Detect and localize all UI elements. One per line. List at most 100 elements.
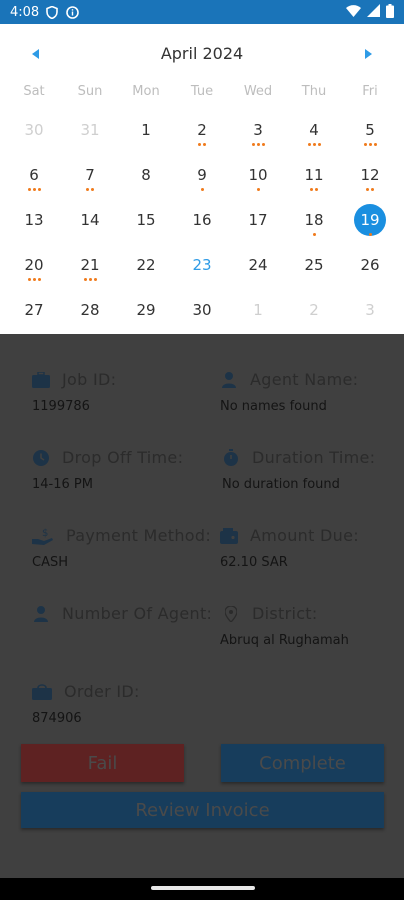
calendar-day[interactable]: 24 <box>230 247 286 292</box>
calendar-day[interactable]: 21 <box>62 247 118 292</box>
weekday-label: Tue <box>190 84 214 99</box>
calendar-day[interactable]: 1 <box>230 292 286 337</box>
home-gesture-pill[interactable] <box>151 886 255 890</box>
event-dot <box>373 143 377 146</box>
order-id-field: Order ID: 874906 <box>32 682 140 726</box>
fail-button[interactable]: Fail <box>21 744 184 782</box>
duration-time-value: No duration found <box>222 477 340 492</box>
stopwatch-icon <box>222 449 240 467</box>
calendar-day[interactable]: 1 <box>118 112 174 157</box>
calendar-day[interactable]: 25 <box>286 247 342 292</box>
shield-icon <box>45 5 59 19</box>
calendar-day[interactable]: 28 <box>62 292 118 337</box>
event-indicator-dots <box>27 278 41 281</box>
calendar-grid: 30 31 1 2 3 4 5 6 7 8 9 10 11 12 13 14 15 16 17 18 19 20 21 22 2… <box>6 112 398 337</box>
calendar-day[interactable]: 26 <box>342 247 398 292</box>
calendar-day-number: 24 <box>248 256 268 274</box>
calendar-day-number: 22 <box>136 256 156 274</box>
calendar-day-number: 8 <box>141 166 151 184</box>
calendar-day[interactable]: 14 <box>62 202 118 247</box>
calendar-day-number: 2 <box>309 301 319 319</box>
district-value: Abruq al Rughamah <box>220 633 349 648</box>
district-label: District: <box>252 604 318 623</box>
calendar-day-number: 15 <box>136 211 156 229</box>
calendar-day-number: 11 <box>304 166 324 184</box>
event-dot <box>200 188 204 191</box>
calendar-day[interactable]: 2 <box>174 112 230 157</box>
calendar-day[interactable]: 7 <box>62 157 118 202</box>
event-dot <box>315 188 318 191</box>
calendar-day[interactable]: 5 <box>342 112 398 157</box>
calendar-day-number: 30 <box>192 301 212 319</box>
calendar-day[interactable]: 22 <box>118 247 174 292</box>
event-dot <box>27 188 31 191</box>
calendar-day[interactable]: 15 <box>118 202 174 247</box>
calendar-day[interactable]: 4 <box>286 112 342 157</box>
calendar-day[interactable]: 27 <box>6 292 62 337</box>
event-indicator-dots <box>256 188 260 191</box>
calendar-day-number: 13 <box>24 211 44 229</box>
calendar-day[interactable]: 8 <box>118 157 174 202</box>
event-dot <box>86 188 89 191</box>
event-dot <box>32 278 36 281</box>
calendar-day[interactable]: 29 <box>118 292 174 337</box>
calendar-day-number: 31 <box>80 121 100 139</box>
event-indicator-dots <box>312 233 316 236</box>
number-of-agent-label: Number Of Agent: <box>62 604 213 623</box>
event-dot <box>317 143 321 146</box>
event-indicator-dots <box>310 188 318 191</box>
calendar-day[interactable]: 30 <box>6 112 62 157</box>
event-indicator-dots <box>368 233 372 236</box>
calendar-day-number: 3 <box>253 121 263 139</box>
calendar-day[interactable]: 18 <box>286 202 342 247</box>
event-dot <box>256 143 260 146</box>
calendar-day[interactable]: 3 <box>230 112 286 157</box>
calendar-week-row: 13 14 15 16 17 18 19 <box>6 202 398 247</box>
calendar-day-number: 27 <box>24 301 44 319</box>
calendar-day-selected[interactable]: 19 <box>342 202 398 247</box>
weekday-label: Thu <box>301 84 327 99</box>
calendar-day-number: 2 <box>197 121 207 139</box>
calendar-day[interactable]: 31 <box>62 112 118 157</box>
signal-icon <box>367 4 380 20</box>
calendar-day[interactable]: 6 <box>6 157 62 202</box>
event-dot <box>32 188 36 191</box>
calendar-week-row: 20 21 22 23 24 25 26 <box>6 247 398 292</box>
event-indicator-dots <box>200 188 204 191</box>
calendar-day[interactable]: 2 <box>286 292 342 337</box>
event-dot <box>368 233 372 236</box>
complete-button[interactable]: Complete <box>221 744 384 782</box>
drop-off-time-label: Drop Off Time: <box>62 448 184 467</box>
calendar-day[interactable]: 16 <box>174 202 230 247</box>
weekday-label: Sun <box>77 84 103 99</box>
weekday-label: Fri <box>362 84 378 99</box>
calendar-day[interactable]: 20 <box>6 247 62 292</box>
calendar-day[interactable]: 12 <box>342 157 398 202</box>
calendar-day[interactable]: 17 <box>230 202 286 247</box>
calendar-day[interactable]: 11 <box>286 157 342 202</box>
calendar-day-number: 25 <box>304 256 324 274</box>
event-dot <box>371 188 374 191</box>
payment-method-value: CASH <box>32 555 68 570</box>
calendar-day-number: 16 <box>192 211 212 229</box>
payment-method-field: $ Payment Method: CASH <box>32 526 211 570</box>
district-field: District: Abruq al Rughamah <box>220 604 349 648</box>
calendar-day[interactable]: 10 <box>230 157 286 202</box>
event-dot <box>363 143 367 146</box>
weekday-label: Mon <box>132 84 160 99</box>
calendar-day[interactable]: 23 <box>174 247 230 292</box>
chevron-right-icon[interactable] <box>356 42 380 66</box>
event-dot <box>203 143 206 146</box>
calendar-day-number: 18 <box>304 211 324 229</box>
calendar-week-row: 27 28 29 30 1 2 3 <box>6 292 398 337</box>
calendar-day[interactable]: 9 <box>174 157 230 202</box>
cash-hand-icon: $ <box>32 527 54 545</box>
event-dot <box>88 278 92 281</box>
event-dot <box>83 278 87 281</box>
calendar-day-number: 5 <box>365 121 375 139</box>
calendar-day[interactable]: 13 <box>6 202 62 247</box>
calendar-day[interactable]: 3 <box>342 292 398 337</box>
calendar-day[interactable]: 30 <box>174 292 230 337</box>
calendar-day-number: 19 <box>354 204 386 236</box>
review-invoice-button[interactable]: Review Invoice <box>21 792 384 828</box>
